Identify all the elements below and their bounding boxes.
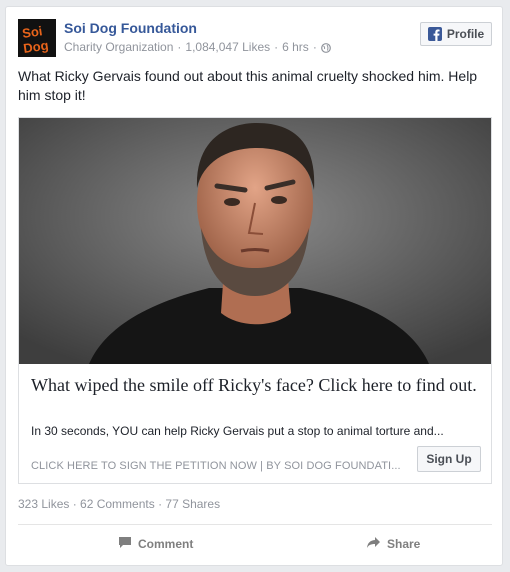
sign-up-button[interactable]: Sign Up [417, 446, 481, 472]
comment-label: Comment [138, 537, 194, 551]
globe-icon[interactable] [320, 42, 331, 53]
post-meta: Charity Organization · 1,084,047 Likes ·… [64, 40, 331, 54]
page-avatar[interactable]: Soi Dog [18, 19, 56, 57]
meta-separator: · [177, 40, 182, 54]
profile-button-label: Profile [446, 27, 485, 41]
link-preview-card[interactable]: What wiped the smile off Ricky's face? C… [18, 117, 492, 484]
meta-separator: · [274, 40, 279, 54]
comment-button[interactable]: Comment [118, 536, 193, 552]
post-card: Soi Dog Soi Dog Foundation Charity Organ… [5, 6, 503, 566]
post-text: What Ricky Gervais found out about this … [18, 68, 478, 103]
link-preview-image[interactable] [19, 118, 491, 364]
page-category: Charity Organization [64, 40, 174, 54]
share-icon [366, 536, 381, 552]
facebook-icon [427, 27, 442, 41]
meta-separator: · [312, 40, 317, 54]
profile-button[interactable]: Profile [420, 22, 492, 46]
post-timestamp[interactable]: 6 hrs [282, 40, 309, 54]
page-name-link[interactable]: Soi Dog Foundation [64, 20, 197, 36]
link-headline[interactable]: What wiped the smile off Ricky's face? C… [31, 374, 483, 396]
comment-icon [118, 536, 132, 552]
link-caption: CLICK HERE TO SIGN THE PETITION NOW | BY… [31, 460, 401, 472]
page-likes-count: 1,084,047 Likes [185, 40, 271, 54]
actions-divider [18, 524, 492, 525]
engagement-stats[interactable]: 323 Likes · 62 Comments · 77 Shares [18, 497, 220, 511]
share-label: Share [387, 537, 421, 551]
share-button[interactable]: Share [366, 536, 420, 552]
link-description: In 30 seconds, YOU can help Ricky Gervai… [31, 424, 444, 438]
